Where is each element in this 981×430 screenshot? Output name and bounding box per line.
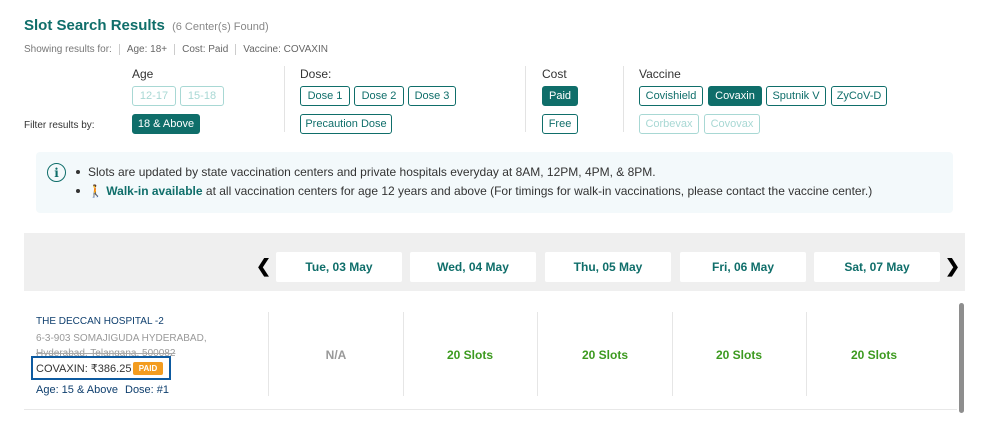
date-tab[interactable]: Tue, 03 May [276, 252, 402, 282]
criteria-age: Age: 18+ [126, 44, 168, 55]
vaccine-chip-covishield[interactable]: Covishield [639, 86, 703, 106]
vaccine-filter-title: Vaccine [639, 67, 681, 81]
walk-in-icon: 🚶 [88, 184, 103, 198]
slot-cell[interactable]: 20 Slots [403, 348, 537, 362]
walk-in-label: Walk-in available [106, 184, 203, 198]
showing-label: Showing results for: [24, 44, 112, 55]
age-chip-12-17[interactable]: 12-17 [132, 86, 176, 106]
vertical-scrollbar[interactable] [959, 303, 964, 413]
dose-chip-1[interactable]: Dose 1 [300, 86, 350, 106]
age-chip-18-above[interactable]: 18 & Above [132, 114, 200, 134]
divider [118, 44, 120, 55]
cost-filter-title: Cost [542, 67, 567, 81]
divider [235, 44, 237, 55]
dose-chip-2[interactable]: Dose 2 [354, 86, 404, 106]
page-title: Slot Search Results (6 Center(s) Found) [24, 17, 269, 34]
slot-cell[interactable]: 20 Slots [672, 348, 806, 362]
dose-chip-precaution[interactable]: Precaution Dose [300, 114, 392, 134]
info-icon: i [47, 163, 66, 182]
bullet [76, 169, 80, 174]
info-line-walkin: 🚶 Walk-in available at all vaccination c… [76, 184, 872, 198]
vaccine-chip-sputnik-v[interactable]: Sputnik V [766, 86, 826, 106]
center-name: THE DECCAN HOSPITAL -2 [36, 316, 164, 327]
vaccine-chip-corbevax[interactable]: Corbevax [639, 114, 699, 134]
showing-results-bar: Showing results for: Age: 18+ Cost: Paid… [24, 44, 328, 55]
info-line-schedule: Slots are updated by state vaccination c… [76, 165, 656, 179]
vaccine-chip-covaxin[interactable]: Covaxin [708, 86, 762, 106]
divider [174, 44, 176, 55]
criteria-cost: Cost: Paid [182, 44, 229, 55]
cost-chip-free[interactable]: Free [542, 114, 578, 134]
date-tab[interactable]: Wed, 04 May [410, 252, 536, 282]
age-chip-15-18[interactable]: 15-18 [180, 86, 224, 106]
filter-divider [525, 66, 526, 132]
info-schedule-text: Slots are updated by state vaccination c… [88, 165, 656, 179]
criteria-vaccine: Vaccine: COVAXIN [243, 44, 328, 55]
center-dose: Dose: #1 [125, 384, 170, 396]
bullet [76, 188, 80, 193]
slot-cell[interactable]: 20 Slots [538, 348, 672, 362]
slot-cell[interactable]: 20 Slots [807, 348, 941, 362]
date-tab[interactable]: Fri, 06 May [680, 252, 806, 282]
vaccine-chip-covovax[interactable]: Covovax [704, 114, 760, 134]
date-tab[interactable]: Thu, 05 May [545, 252, 671, 282]
filter-divider [623, 66, 624, 132]
filter-label: Filter results by: [24, 120, 95, 131]
paid-badge: PAID [133, 362, 163, 375]
cost-chip-paid[interactable]: Paid [542, 86, 578, 106]
page-title-text: Slot Search Results [24, 17, 165, 34]
dose-chip-3[interactable]: Dose 3 [408, 86, 456, 106]
dose-filter-title: Dose: [300, 67, 332, 81]
age-filter-title: Age [132, 67, 154, 81]
center-address-line1: 6-3-903 SOMAJIGUDA HYDERABAD, [36, 333, 207, 344]
info-banner: i Slots are updated by state vaccination… [36, 152, 953, 213]
vaccine-chip-zycov-d[interactable]: ZyCoV-D [831, 86, 887, 106]
slot-cell: N/A [325, 348, 347, 362]
vaccine-price: COVAXIN: ₹386.25 [36, 363, 132, 375]
filter-divider [284, 66, 285, 132]
walk-in-text: at all vaccination centers for age 12 ye… [202, 184, 873, 198]
prev-date-arrow-icon[interactable]: ❮ [256, 256, 271, 277]
next-date-arrow-icon[interactable]: ❯ [945, 256, 960, 277]
results-count: (6 Center(s) Found) [172, 21, 269, 33]
center-age: Age: 15 & Above [36, 384, 118, 396]
date-tab[interactable]: Sat, 07 May [814, 252, 940, 282]
